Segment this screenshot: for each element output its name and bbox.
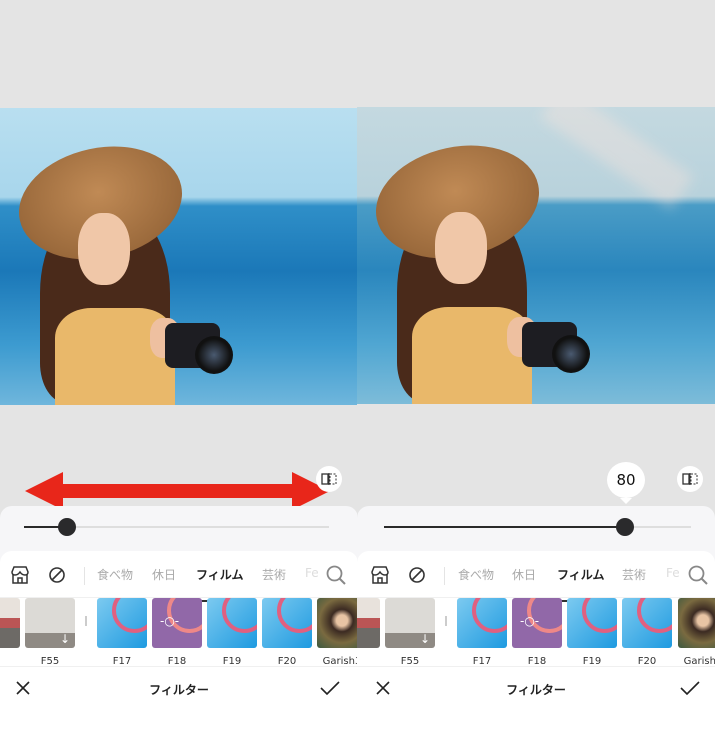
filter-thumbnails: ↓ F55 F17 -○- F18 F19 F20 Garish3 [0, 597, 358, 667]
photo-preview [0, 108, 358, 405]
tab-fe[interactable]: Fe [305, 566, 319, 580]
filter-thumb-f19[interactable] [567, 598, 617, 648]
filter-thumb-garish3[interactable] [678, 598, 715, 648]
search-icon[interactable] [687, 564, 709, 586]
red-double-arrow-annotation [25, 472, 330, 510]
before-panel: 食べ物 休日 フィルム 芸術 Fe ↓ F55 F17 -○- F18 F19 … [0, 0, 358, 733]
tab-holiday[interactable]: 休日 [152, 566, 176, 583]
compare-icon [321, 473, 337, 485]
filter-thumb-f55[interactable]: ↓ [385, 598, 435, 648]
filter-label: F17 [112, 656, 132, 667]
tab-art[interactable]: 芸術 [622, 566, 646, 583]
tab-film[interactable]: フィルム [557, 566, 605, 583]
filter-label: Garish3 [322, 656, 358, 667]
filter-thumb-f17[interactable] [97, 598, 147, 648]
bottom-bar: フィルター [357, 671, 715, 707]
tab-art[interactable]: 芸術 [262, 566, 286, 583]
intensity-slider[interactable] [24, 518, 329, 536]
store-icon[interactable] [9, 564, 31, 586]
filter-label: F55 [40, 656, 60, 667]
compare-button[interactable] [316, 466, 342, 492]
compare-icon [682, 473, 698, 485]
search-icon[interactable] [325, 564, 347, 586]
filter-label: F18 [527, 656, 547, 667]
slider-thumb[interactable] [57, 518, 76, 536]
filter-thumb-prev[interactable] [357, 598, 380, 648]
filter-label: F19 [222, 656, 242, 667]
filter-panel: 食べ物 休日 フィルム 芸術 Fe ↓ F55 F17 -○- F18 F19 … [357, 551, 715, 733]
filter-thumb-f20[interactable] [622, 598, 672, 648]
filter-label: F17 [472, 656, 492, 667]
slider-value-bubble: 80 [607, 462, 645, 504]
tab-film[interactable]: フィルム [196, 566, 244, 583]
filter-label: F20 [277, 656, 297, 667]
filter-thumb-f19[interactable] [207, 598, 257, 648]
filter-thumb-f55[interactable]: ↓ [25, 598, 75, 648]
tab-food[interactable]: 食べ物 [458, 566, 494, 583]
filter-thumb-prev[interactable] [0, 598, 20, 648]
filter-panel: 食べ物 休日 フィルム 芸術 Fe ↓ F55 F17 -○- F18 F19 … [0, 551, 358, 733]
tab-food[interactable]: 食べ物 [97, 566, 133, 583]
filter-label: F55 [400, 656, 420, 667]
bottom-bar: フィルター [0, 671, 358, 707]
store-icon[interactable] [369, 564, 391, 586]
check-icon[interactable] [680, 680, 700, 696]
filter-label: F19 [582, 656, 602, 667]
filter-thumb-f18[interactable]: -○- [512, 598, 562, 648]
check-icon[interactable] [320, 680, 340, 696]
photo-preview [357, 107, 715, 404]
filter-thumb-garish3[interactable] [317, 598, 358, 648]
filter-thumb-f20[interactable] [262, 598, 312, 648]
filter-thumbnails: ↓ F55 F17 -○- F18 F19 F20 Garish3 [357, 597, 715, 667]
tab-fe[interactable]: Fe [666, 566, 680, 580]
slider-thumb[interactable] [615, 518, 634, 536]
filter-thumb-f17[interactable] [457, 598, 507, 648]
no-filter-icon[interactable] [46, 564, 68, 586]
after-panel: 80 食べ物 休日 フィルム 芸術 Fe ↓ F55 F17 -○- F18 F… [357, 0, 715, 733]
category-tabs: 食べ物 休日 フィルム 芸術 Fe [357, 561, 715, 602]
tab-holiday[interactable]: 休日 [512, 566, 536, 583]
category-tabs: 食べ物 休日 フィルム 芸術 Fe [0, 561, 358, 602]
filter-label: F18 [167, 656, 187, 667]
filter-label: F20 [637, 656, 657, 667]
filter-label: Garish3 [683, 656, 715, 667]
intensity-slider[interactable] [384, 518, 691, 536]
compare-button[interactable] [677, 466, 703, 492]
no-filter-icon[interactable] [406, 564, 428, 586]
bottom-title: フィルター [149, 683, 209, 697]
bottom-title: フィルター [506, 683, 566, 697]
filter-thumb-f18[interactable]: -○- [152, 598, 202, 648]
